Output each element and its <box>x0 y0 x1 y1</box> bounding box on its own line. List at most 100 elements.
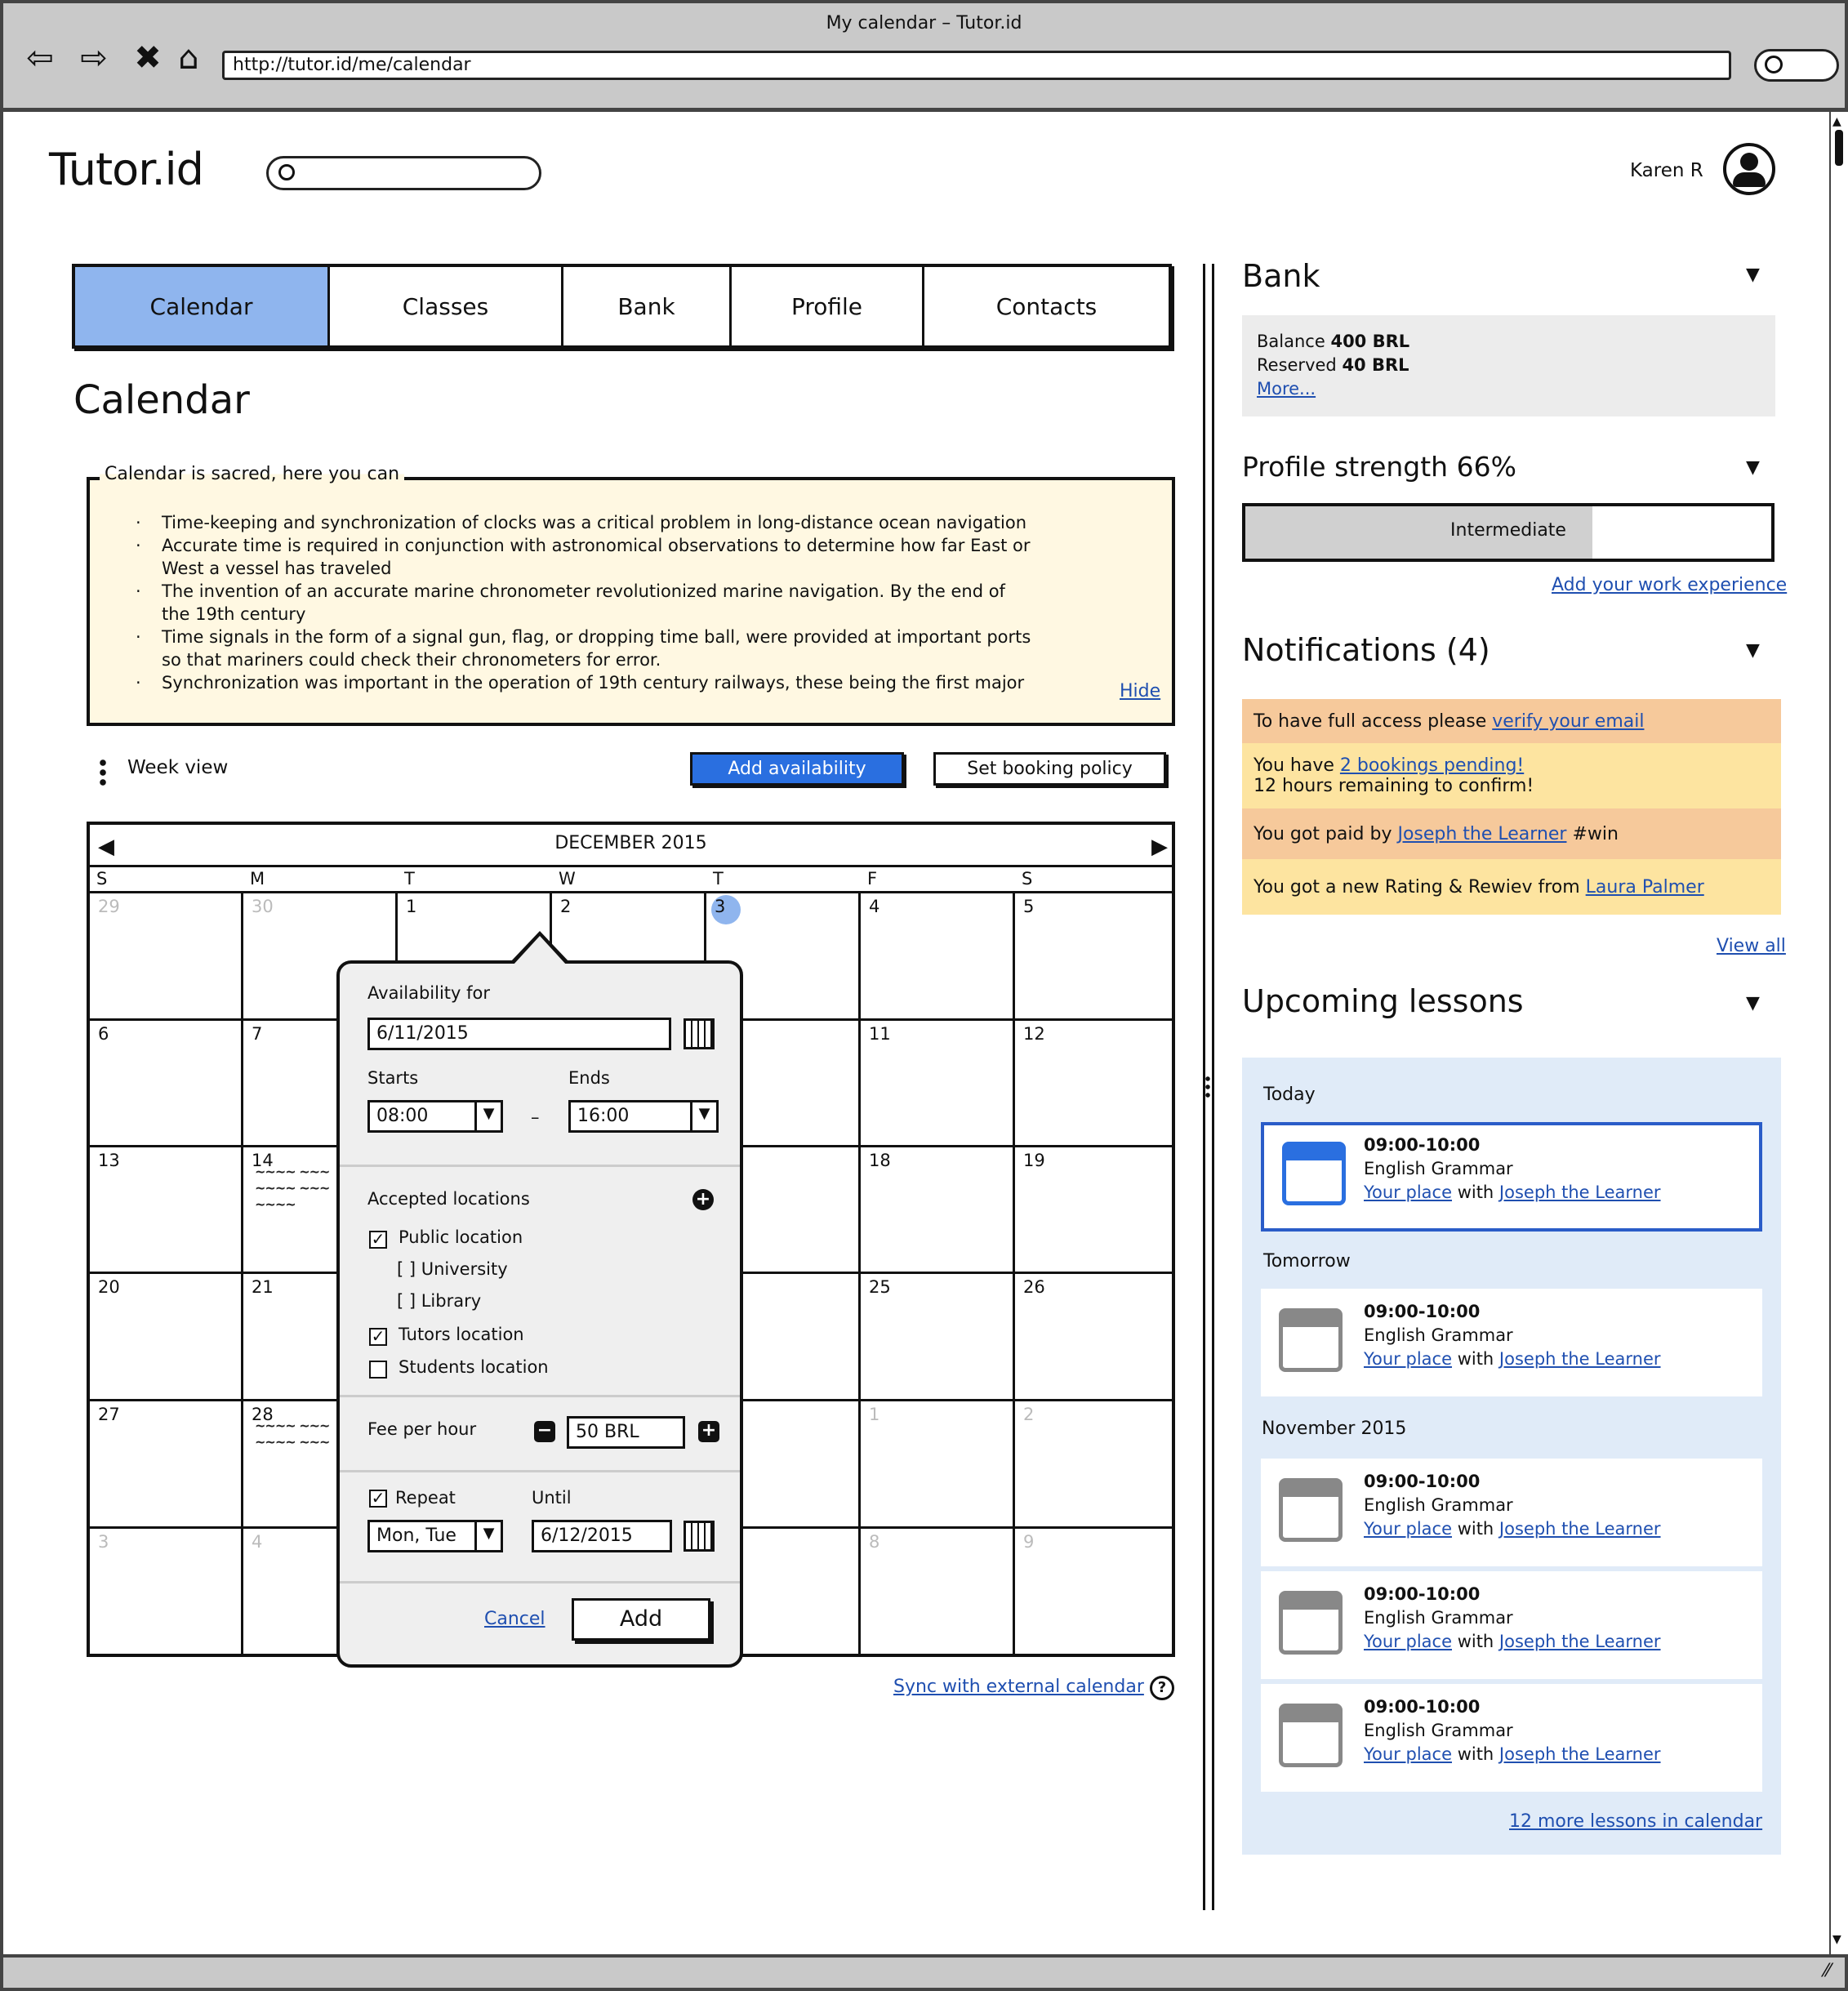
calendar-picker-icon[interactable] <box>684 1521 715 1552</box>
fee-input[interactable]: 50 BRL <box>567 1416 685 1449</box>
add-button[interactable]: Add <box>572 1598 710 1641</box>
lesson-card[interactable]: 09:00-10:00 English Grammar Your place wit… <box>1261 1459 1762 1566</box>
lesson-card[interactable]: 09:00-10:00 English Grammar Your place wit… <box>1261 1684 1762 1792</box>
calendar-day-cell[interactable]: 29 <box>90 893 243 1021</box>
user-name[interactable]: Karen R <box>1630 160 1703 181</box>
more-lessons-link[interactable]: 12 more lessons in calendar <box>1509 1811 1762 1832</box>
calendar-day-cell[interactable]: 1 <box>861 1401 1015 1529</box>
ends-time-select[interactable]: 16:00 ▼ <box>568 1100 719 1133</box>
tab-classes[interactable]: Classes <box>330 267 563 345</box>
calendar-day-cell[interactable]: 6 <box>90 1021 243 1147</box>
scrollbar-thumb[interactable] <box>1835 130 1843 166</box>
lesson-place-link[interactable]: Your place <box>1364 1183 1452 1202</box>
repeat-days-select[interactable]: Mon, Tue ▼ <box>367 1520 503 1552</box>
calendar-picker-icon[interactable] <box>684 1018 715 1049</box>
calendar-day-cell[interactable]: 5 <box>1015 893 1172 1021</box>
add-location-icon[interactable]: + <box>692 1189 714 1210</box>
profile-strength-collapse-icon[interactable]: ▼ <box>1746 457 1760 478</box>
home-icon[interactable]: ⌂ <box>168 38 209 78</box>
prev-month-icon[interactable]: ◀ <box>98 835 114 859</box>
lesson-person-link[interactable]: Joseph the Learner <box>1499 1744 1661 1764</box>
availability-date-input[interactable]: 6/11/2015 <box>367 1018 671 1050</box>
hide-info-link[interactable]: Hide <box>1120 681 1160 702</box>
until-date-input[interactable]: 6/12/2015 <box>532 1520 672 1552</box>
location-checkbox[interactable]: ✓ <box>369 1231 387 1249</box>
vertical-scrollbar[interactable]: ▲ ▼ <box>1829 112 1848 1954</box>
site-logo[interactable]: Tutor.id <box>49 144 204 195</box>
upcoming-collapse-icon[interactable]: ▼ <box>1746 993 1760 1013</box>
resize-grip-icon[interactable]: ⁄⁄ <box>1824 1961 1830 1981</box>
notifications-collapse-icon[interactable]: ▼ <box>1746 640 1760 661</box>
tab-bank[interactable]: Bank <box>563 267 732 345</box>
address-bar[interactable]: http://tutor.id/me/calendar <box>222 51 1731 80</box>
calendar-day-cell[interactable]: 18 <box>861 1147 1015 1274</box>
help-icon[interactable]: ? <box>1150 1676 1174 1700</box>
add-availability-button[interactable]: Add availability <box>690 752 904 786</box>
calendar-day-cell[interactable]: 13 <box>90 1147 243 1274</box>
splitter-handle-icon[interactable] <box>1205 1075 1210 1099</box>
forward-icon[interactable]: ⇨ <box>73 38 114 78</box>
next-month-icon[interactable]: ▶ <box>1151 835 1168 859</box>
lesson-place-link[interactable]: Your place <box>1364 1632 1452 1651</box>
calendar-day-cell[interactable]: 26 <box>1015 1274 1172 1401</box>
info-item: Synchronization was important in the ope… <box>131 671 1037 694</box>
sync-external-calendar-link[interactable]: Sync with external calendar <box>893 1677 1144 1697</box>
bank-collapse-icon[interactable]: ▼ <box>1746 265 1760 285</box>
scroll-down-icon[interactable]: ▼ <box>1832 1933 1841 1946</box>
view-all-notifications-link[interactable]: View all <box>1717 936 1786 956</box>
increase-fee-icon[interactable]: + <box>698 1421 719 1442</box>
lesson-place-link[interactable]: Your place <box>1364 1744 1452 1764</box>
calendar-day-cell[interactable]: 12 <box>1015 1021 1172 1147</box>
lesson-place-link[interactable]: Your place <box>1364 1519 1452 1539</box>
calendar-day-cell[interactable]: 3 <box>90 1529 243 1654</box>
cancel-link[interactable]: Cancel <box>484 1609 545 1629</box>
calendar-day-cell[interactable]: 8 <box>861 1529 1015 1654</box>
add-work-experience-link[interactable]: Add your work experience <box>1552 575 1787 595</box>
calendar-day-cell[interactable]: 11 <box>861 1021 1015 1147</box>
calendar-day-cell[interactable]: 9 <box>1015 1529 1172 1654</box>
lesson-person-link[interactable]: Joseph the Learner <box>1499 1349 1661 1369</box>
scroll-up-icon[interactable]: ▲ <box>1832 115 1841 128</box>
site-search-input[interactable] <box>266 156 541 190</box>
notification-link[interactable]: 2 bookings pending! <box>1340 755 1524 776</box>
stop-icon[interactable]: ✖ <box>127 38 168 78</box>
notification-link[interactable]: Laura Palmer <box>1586 877 1704 898</box>
location-sub-option[interactable]: [ ] Library <box>397 1291 481 1311</box>
location-checkbox[interactable] <box>369 1361 387 1379</box>
tab-contacts[interactable]: Contacts <box>924 267 1169 345</box>
notification-link[interactable]: Joseph the Learner <box>1397 824 1566 844</box>
lesson-person-link[interactable]: Joseph the Learner <box>1499 1632 1661 1651</box>
lesson-person-link[interactable]: Joseph the Learner <box>1499 1183 1661 1202</box>
dropdown-caret-icon[interactable]: ▼ <box>690 1100 716 1133</box>
lesson-card[interactable]: 09:00-10:00 English Grammar Your place wit… <box>1261 1571 1762 1679</box>
lesson-time: 09:00-10:00 <box>1364 1472 1481 1491</box>
tab-profile[interactable]: Profile <box>732 267 924 345</box>
back-icon[interactable]: ⇦ <box>20 38 60 78</box>
lesson-card[interactable]: 09:00-10:00 English Grammar Your place wit… <box>1261 1289 1762 1396</box>
calendar-day-cell[interactable]: 27 <box>90 1401 243 1529</box>
decrease-fee-icon[interactable]: − <box>534 1421 555 1442</box>
lesson-place-link[interactable]: Your place <box>1364 1349 1452 1369</box>
notification-link[interactable]: verify your email <box>1492 711 1644 732</box>
browser-search-field[interactable] <box>1754 49 1839 82</box>
bank-more-link[interactable]: More... <box>1257 379 1316 399</box>
week-view-label[interactable]: Week view <box>127 757 228 778</box>
avatar-icon[interactable] <box>1723 143 1775 195</box>
dropdown-caret-icon[interactable]: ▼ <box>474 1100 501 1133</box>
repeat-checkbox[interactable]: ✓ <box>369 1490 387 1508</box>
view-menu-icon[interactable] <box>100 758 106 787</box>
day-of-week-label: T <box>713 869 724 889</box>
lesson-card[interactable]: 09:00-10:00 English Grammar Your place wit… <box>1261 1122 1762 1232</box>
calendar-day-cell[interactable]: 20 <box>90 1274 243 1401</box>
calendar-day-cell[interactable]: 25 <box>861 1274 1015 1401</box>
dropdown-caret-icon[interactable]: ▼ <box>474 1520 501 1552</box>
tab-calendar[interactable]: Calendar <box>75 267 330 345</box>
location-sub-option[interactable]: [ ] University <box>397 1259 508 1279</box>
location-checkbox[interactable]: ✓ <box>369 1328 387 1346</box>
calendar-day-cell[interactable]: 4 <box>861 893 1015 1021</box>
calendar-day-cell[interactable]: 19 <box>1015 1147 1172 1274</box>
starts-time-select[interactable]: 08:00 ▼ <box>367 1100 503 1133</box>
calendar-day-cell[interactable]: 2 <box>1015 1401 1172 1529</box>
lesson-person-link[interactable]: Joseph the Learner <box>1499 1519 1661 1539</box>
set-booking-policy-button[interactable]: Set booking policy <box>933 752 1166 786</box>
